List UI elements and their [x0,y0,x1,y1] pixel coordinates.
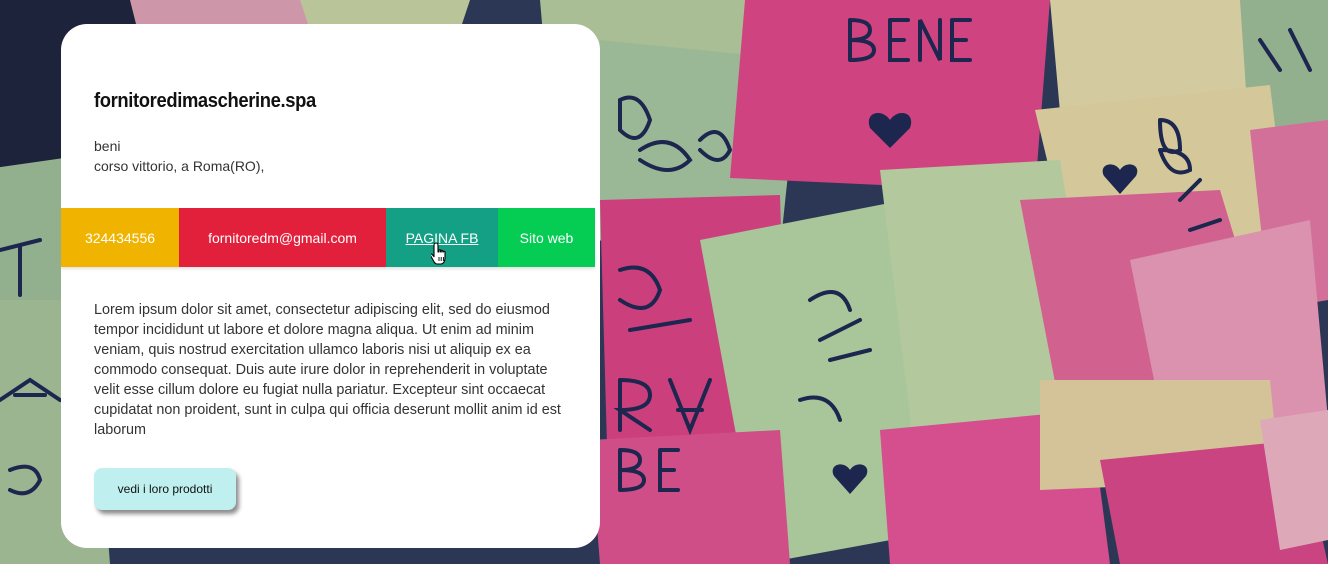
supplier-address: beni corso vittorio, a Roma(RO), [94,136,264,176]
email-link[interactable]: fornitoredm@gmail.com [179,208,386,267]
contact-bar: 324434556 fornitoredm@gmail.com PAGINA F… [61,208,595,267]
address-line-1: beni [94,138,121,154]
address-line-2: corso vittorio, a Roma(RO), [94,158,265,174]
view-products-button[interactable]: vedi i loro prodotti [94,468,236,510]
supplier-description: Lorem ipsum dolor sit amet, consectetur … [94,302,561,438]
website-link[interactable]: Sito web [498,208,595,267]
phone-link[interactable]: 324434556 [61,208,179,267]
hand-pointer-icon [431,242,446,265]
supplier-card: fornitoredimascherine.spa beni corso vit… [61,24,600,548]
supplier-name: fornitoredimascherine.spa [94,90,316,112]
